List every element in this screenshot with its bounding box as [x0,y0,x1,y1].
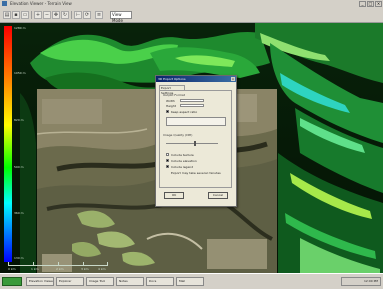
taskbar-item[interactable]: Docs [146,277,174,286]
print-icon[interactable]: ▭ [21,11,29,19]
taskbar-item[interactable]: Mail [176,277,204,286]
keep-aspect-label: Keep aspect ratio [171,110,198,114]
rotate-icon[interactable]: ↻ [61,11,69,19]
ruler-label: 3 km [81,267,89,271]
maximize-button[interactable]: □ [367,1,374,7]
quality-slider[interactable] [166,141,218,146]
legend-tick-label: 820 m [14,118,24,122]
ok-button[interactable]: OK [164,192,184,199]
dialog-title-bar: 3D Export Options × [156,76,236,82]
taskbar: Elevation Viewer Explorer Image Tool Not… [0,273,383,289]
toolbar-separator [31,11,32,19]
include-legend-label: Include legend [171,165,194,169]
include-texture-checkbox[interactable] [166,153,169,156]
ruler-tick [8,262,9,266]
width-input[interactable] [180,99,204,102]
slider-thumb[interactable] [194,141,196,146]
legend-tick-label: 130 m [14,256,24,260]
app-icon [2,1,7,6]
view-mode-select[interactable]: View Mode [110,11,132,23]
include-legend-checkbox[interactable] [166,165,169,168]
legend-tick-label: 1050 m [14,71,26,75]
include-elevation-label: Include elevation [171,159,197,163]
taskbar-item[interactable]: Explorer [56,277,84,286]
layer-icon[interactable]: ≡ [95,11,103,19]
taskbar-item[interactable]: Elevation Viewer [26,277,54,286]
ruler-tick [107,262,108,266]
keep-aspect-checkbox[interactable] [166,110,169,113]
zoom-in-icon[interactable]: + [34,11,42,19]
measure-icon[interactable]: ⊢ [74,11,82,19]
ruler-tick [58,262,59,266]
settings-panel: Output Format Width Height Keep aspect r… [159,90,232,188]
system-tray-clock: 12:00 PM [341,277,381,286]
ruler-label: 1 km [31,267,39,271]
window-controls: _ □ × [359,1,382,7]
pan-icon[interactable]: ✥ [52,11,60,19]
include-texture-label: Include texture [171,153,194,157]
preview-box [166,117,226,126]
distance-ruler: 0 km 1 km 2 km 3 km 4 km [8,262,108,273]
open-icon[interactable]: ▤ [3,11,11,19]
legend-tick-label: 590 m [14,165,24,169]
taskbar-item[interactable]: Image Tool [86,277,114,286]
ruler-tick [33,262,34,266]
application-window: Elevation Viewer - Terrain View _ □ × ▤ … [0,0,383,289]
taskbar-item[interactable]: Notes [116,277,144,286]
export-note: Export may take several minutes [171,171,221,175]
close-button[interactable]: × [375,1,382,7]
start-button[interactable] [2,277,22,286]
legend-tick-label: 360 m [14,211,24,215]
ruler-label: 0 km [8,267,16,271]
width-label: Width [166,99,175,103]
color-scale-bar [4,26,12,262]
height-label: Height [166,104,176,108]
save-icon[interactable]: ▪ [12,11,20,19]
include-elevation-checkbox[interactable] [166,159,169,162]
minimize-button[interactable]: _ [359,1,366,7]
refresh-icon[interactable]: ⟳ [83,11,91,19]
export-options-dialog: 3D Export Options × Export Settings Outp… [155,75,237,207]
dialog-title: 3D Export Options [158,77,186,81]
ruler-label: 4 km [98,267,106,271]
cancel-button[interactable]: Cancel [208,192,228,199]
group-image-quality: Image Quality (DPI) [163,133,193,137]
toolbar-separator [71,11,72,19]
toolbar: ▤ ▪ ▭ + − ✥ ↻ ⊢ ⟳ ≡ View Mode [0,8,383,23]
window-title: Elevation Viewer - Terrain View [10,1,72,6]
elevation-legend: 1280 m 1050 m 820 m 590 m 360 m 130 m [4,26,38,262]
zoom-out-icon[interactable]: − [43,11,51,19]
ruler-tick [83,262,84,266]
group-output-format: Output Format [163,93,185,97]
ruler-label: 2 km [56,267,64,271]
legend-tick-label: 1280 m [14,26,26,30]
dialog-close-button[interactable]: × [231,77,235,81]
height-input[interactable] [180,104,204,107]
